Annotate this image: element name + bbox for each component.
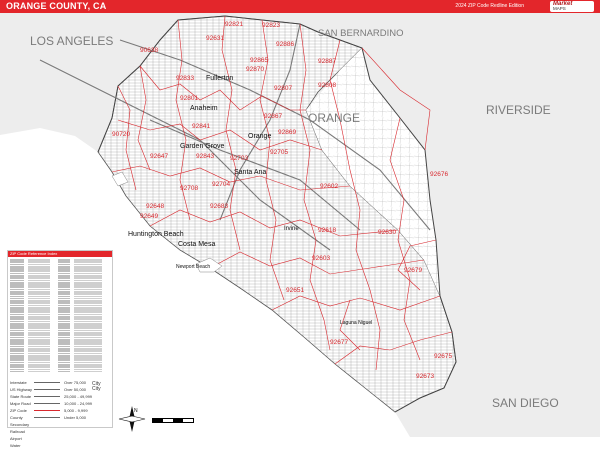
- city-label: Laguna Niguel: [340, 320, 372, 326]
- city-label: Fullerton: [206, 75, 233, 82]
- zip-label: 92870: [246, 66, 264, 73]
- zip-label: 92618: [318, 227, 336, 234]
- zip-label: 92865: [250, 57, 268, 64]
- legend-key: County Under 5,000: [10, 415, 87, 420]
- zip-label: 92703: [230, 155, 248, 162]
- legend-key: Water: [10, 443, 21, 448]
- region-los-angeles: LOS ANGELES: [30, 34, 113, 48]
- zip-label: 92708: [180, 185, 198, 192]
- logo-line2: MAPS: [553, 6, 566, 11]
- zip-label: 92651: [286, 287, 304, 294]
- zip-label: 92887: [318, 58, 336, 65]
- legend-city-symbol: City City: [92, 381, 101, 392]
- zip-label: 92649: [140, 213, 158, 220]
- zip-label: 92807: [274, 85, 292, 92]
- zip-label: 92843: [196, 153, 214, 160]
- zip-label: 90638: [140, 47, 158, 54]
- legend-key: ZIP Code 5,000 - 9,999: [10, 408, 88, 413]
- legend-key: State Route 25,000 - 49,999: [10, 394, 93, 399]
- city-label: Irvine: [284, 226, 299, 232]
- zip-label: 92676: [430, 171, 448, 178]
- legend-row: [10, 370, 110, 373]
- zip-label: 90720: [112, 131, 130, 138]
- edition-label: 2024 ZIP Code Redline Edition: [455, 3, 524, 9]
- region-san-diego: SAN DIEGO: [492, 396, 559, 410]
- zip-label: 92673: [416, 373, 434, 380]
- zip-label: 92602: [320, 183, 338, 190]
- zip-label: 92867: [264, 113, 282, 120]
- zip-label: 92631: [206, 35, 224, 42]
- header-bar: ORANGE COUNTY, CA 2024 ZIP Code Redline …: [0, 0, 600, 13]
- zip-label: 92821: [225, 21, 243, 28]
- zip-label: 92603: [312, 255, 330, 262]
- legend-key: Airport: [10, 436, 22, 441]
- zip-label: 92630: [378, 229, 396, 236]
- zip-label: 92869: [278, 129, 296, 136]
- zip-label: 92823: [262, 22, 280, 29]
- zip-label: 92677: [330, 339, 348, 346]
- compass-n-label: N: [134, 408, 138, 414]
- zip-label: 92675: [434, 353, 452, 360]
- legend-key: Secondary: [10, 422, 30, 427]
- city-label: Huntington Beach: [128, 231, 184, 238]
- compass-rose-icon: N: [118, 406, 146, 432]
- city-label: Anaheim: [190, 105, 218, 112]
- zip-label: 92648: [146, 203, 164, 210]
- city-label: Santa Ana: [234, 169, 266, 176]
- scale-bar: [152, 418, 194, 423]
- region-riverside: RIVERSIDE: [486, 103, 551, 117]
- legend-key: Railroad: [10, 429, 25, 434]
- city-label: Orange: [248, 133, 271, 140]
- zip-label: 92705: [270, 149, 288, 156]
- zip-label: 92886: [276, 41, 294, 48]
- zip-label: 92683: [210, 203, 228, 210]
- legend-key: Major Road 10,000 - 24,999: [10, 401, 93, 406]
- region-san-bernardino: SAN BERNARDINO: [318, 28, 404, 39]
- zip-label: 92833: [176, 75, 194, 82]
- zip-label: 92679: [404, 267, 422, 274]
- zip-label: 92647: [150, 153, 168, 160]
- zip-label: 92704: [212, 181, 230, 188]
- zip-label: 92841: [192, 123, 210, 130]
- city-label: Garden Grove: [180, 143, 224, 150]
- map-title: ORANGE COUNTY, CA: [6, 1, 107, 11]
- city-label: Newport Beach: [176, 264, 210, 270]
- map-frame: ORANGE COUNTY, CA 2024 ZIP Code Redline …: [0, 0, 600, 448]
- region-orange: ORANGE: [308, 111, 360, 125]
- zip-label: 92801: [180, 95, 198, 102]
- zip-legend-panel: ZIP Code Reference Index Interstate Over…: [7, 250, 113, 448]
- city-label: Costa Mesa: [178, 241, 215, 248]
- zip-label: 92808: [318, 82, 336, 89]
- legend-header: ZIP Code Reference Index: [8, 251, 112, 257]
- legend-index-table: [10, 259, 110, 375]
- brand-logo: Market MAPS: [550, 1, 594, 12]
